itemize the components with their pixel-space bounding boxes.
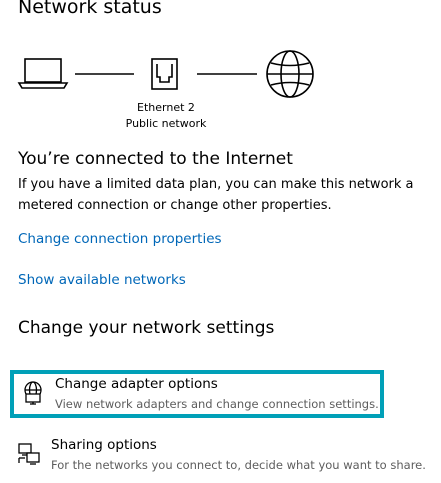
globe-icon — [266, 50, 314, 98]
laptop-icon — [17, 58, 69, 89]
network-settings-heading: Change your network settings — [18, 318, 275, 338]
adapter-name: Ethernet 2 — [137, 101, 195, 114]
sharing-options-item[interactable]: Sharing options For the networks you con… — [10, 435, 426, 483]
connection-status-description: If you have a limited data plan, you can… — [18, 177, 414, 213]
show-available-networks-link[interactable]: Show available networks — [18, 272, 186, 288]
change-connection-properties-link[interactable]: Change connection properties — [18, 231, 222, 247]
change-adapter-options-title: Change adapter options — [55, 376, 218, 392]
sharing-icon — [18, 443, 40, 465]
network-type: Public network — [125, 117, 207, 130]
sharing-options-description: For the networks you connect to, decide … — [51, 458, 426, 472]
sharing-options-title: Sharing options — [51, 437, 157, 453]
connection-status-heading: You’re connected to the Internet — [18, 149, 293, 169]
change-adapter-options-description: View network adapters and change connect… — [55, 397, 379, 411]
adapter-icon — [24, 381, 42, 405]
page-title: Network status — [18, 0, 162, 18]
ethernet-icon — [151, 58, 178, 90]
change-adapter-options-item[interactable]: Change adapter options View network adap… — [10, 370, 384, 418]
